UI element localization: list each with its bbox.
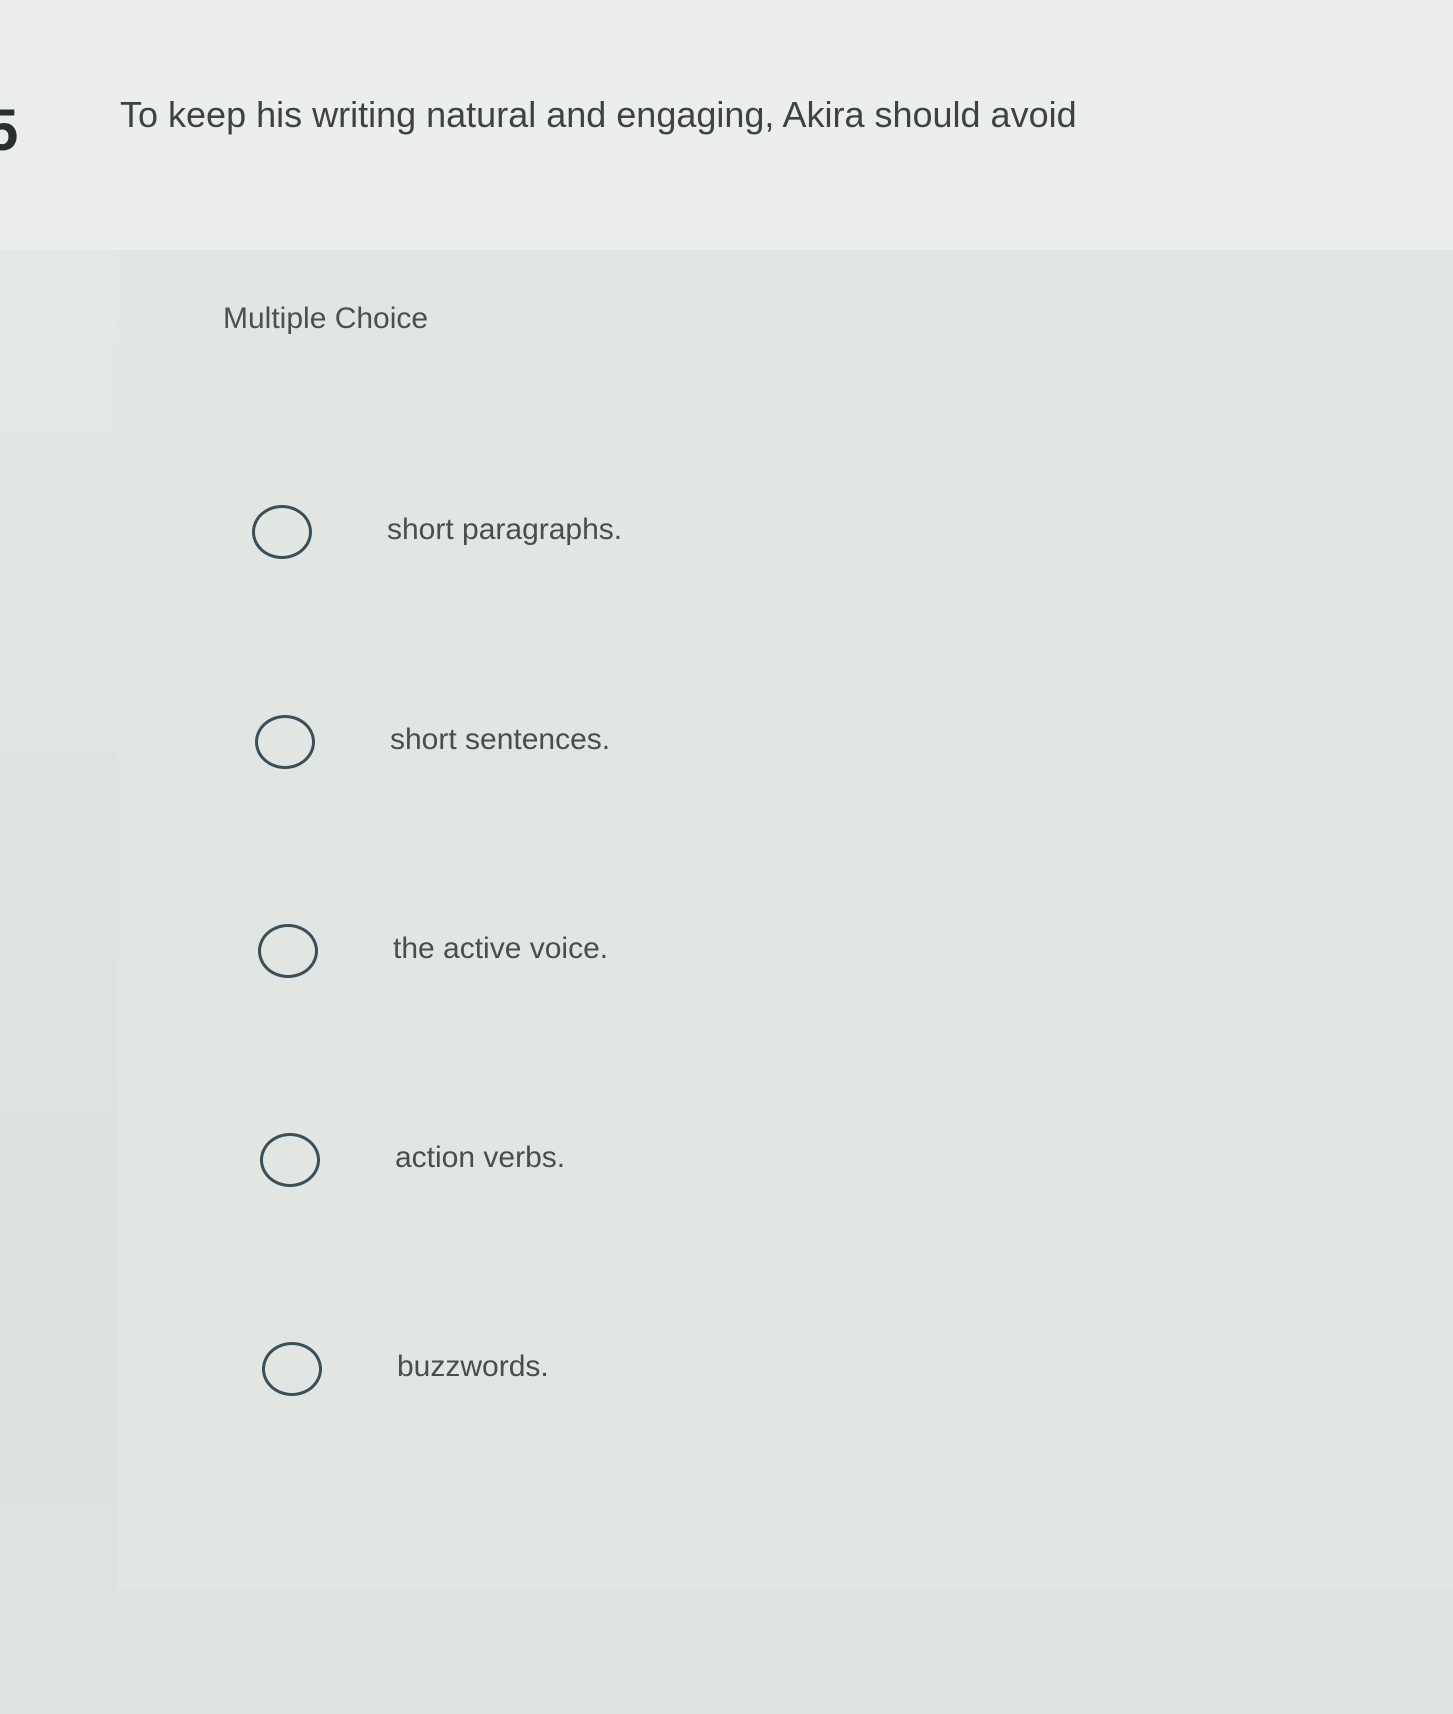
- choice-label: action verbs.: [395, 1141, 566, 1174]
- choice-label: short paragraphs.: [387, 513, 623, 546]
- choice-label: buzzwords.: [397, 1350, 549, 1383]
- question-number: 5: [0, 98, 19, 163]
- radio-unselected-icon[interactable]: [255, 715, 315, 769]
- choice-label: the active voice.: [393, 932, 609, 965]
- question-type-label: Multiple Choice: [223, 302, 429, 335]
- choice-option-3[interactable]: the active voice.: [258, 924, 898, 994]
- choice-option-5[interactable]: buzzwords.: [262, 1342, 902, 1412]
- choice-option-2[interactable]: short sentences.: [255, 715, 895, 785]
- choice-option-1[interactable]: short paragraphs.: [252, 505, 892, 575]
- radio-unselected-icon[interactable]: [258, 924, 318, 978]
- choice-label: short sentences.: [390, 723, 611, 756]
- question-prompt: To keep his writing natural and engaging…: [120, 94, 1077, 135]
- radio-unselected-icon[interactable]: [260, 1133, 320, 1187]
- choice-option-4[interactable]: action verbs.: [260, 1133, 900, 1203]
- radio-unselected-icon[interactable]: [252, 505, 312, 559]
- radio-unselected-icon[interactable]: [262, 1342, 322, 1396]
